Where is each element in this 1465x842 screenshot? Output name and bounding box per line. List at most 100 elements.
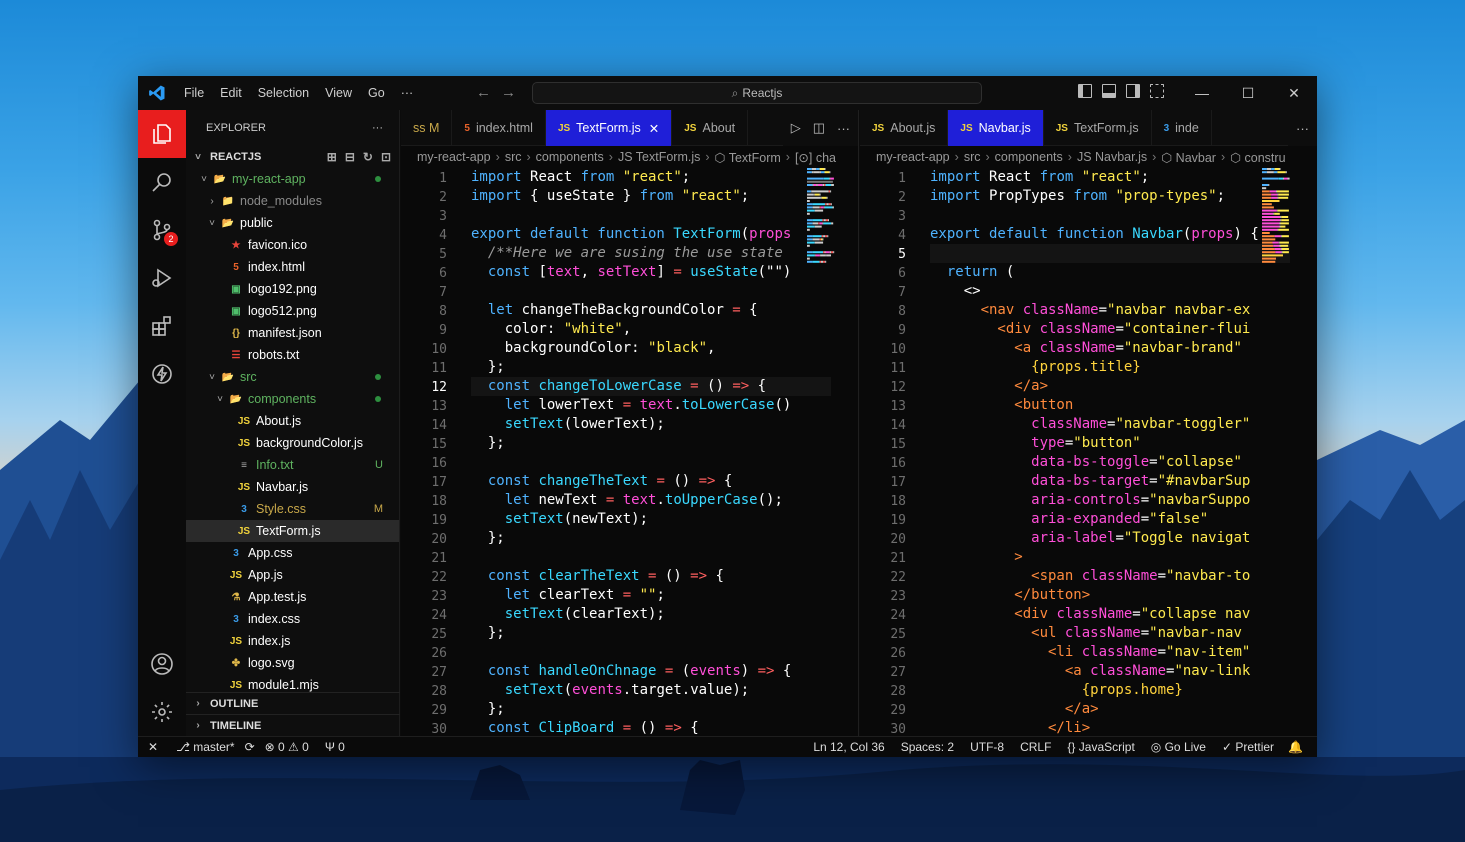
maximize-icon[interactable]: ☐ [1225, 76, 1271, 110]
close-icon[interactable]: ✕ [649, 121, 659, 136]
sync-icon[interactable]: ⟳ [243, 740, 257, 754]
minimize-icon[interactable]: — [1179, 76, 1225, 110]
notifications-bell-icon[interactable]: 🔔 [1282, 740, 1317, 754]
tab-textform-js[interactable]: JS TextForm.js [1044, 110, 1152, 146]
run-debug-icon[interactable] [138, 254, 186, 302]
breadcrumb-item[interactable]: ⬡ constru [1230, 150, 1285, 165]
tab-inde[interactable]: 3 inde [1152, 110, 1212, 146]
tree-item-style-css[interactable]: 3 Style.css M [186, 498, 399, 520]
breadcrumb-item[interactable]: src [505, 150, 522, 164]
tree-item-my-react-app[interactable]: ˅ 📂 my-react-app [186, 168, 399, 190]
tree-item-backgroundcolor-js[interactable]: JS backgroundColor.js [186, 432, 399, 454]
minimap-line [830, 203, 832, 206]
toggle-sidebar-icon[interactable] [1078, 84, 1092, 98]
new-file-icon[interactable]: ⊞ [327, 150, 337, 164]
search-activity-icon[interactable] [138, 158, 186, 206]
right-code-area[interactable]: 1 import React from "react"; 2 import PropT… [860, 168, 1317, 736]
breadcrumb-item[interactable]: components [995, 150, 1063, 164]
refresh-icon[interactable]: ↻ [363, 150, 373, 164]
menu-edit[interactable]: Edit [212, 86, 250, 100]
menu-go[interactable]: Go [360, 86, 393, 100]
command-center-search[interactable]: ⌕ Reactjs [532, 82, 982, 104]
language-mode[interactable]: {} JavaScript [1059, 740, 1142, 754]
breadcrumb-separator-icon: › [1152, 150, 1157, 164]
breadcrumb-item[interactable]: src [964, 150, 981, 164]
breadcrumb-item[interactable]: ⬡ TextForm [715, 150, 781, 165]
tree-item-src[interactable]: ˅ 📂 src [186, 366, 399, 388]
new-folder-icon[interactable]: ⊟ [345, 150, 355, 164]
tree-item-components[interactable]: ˅ 📂 components [186, 388, 399, 410]
menu-file[interactable]: File [176, 86, 212, 100]
code-token-function: toLowerCase [681, 397, 775, 413]
tree-item-node-modules[interactable]: › 📁 node_modules [186, 190, 399, 212]
menu-view[interactable]: View [317, 86, 360, 100]
close-window-icon[interactable]: ✕ [1271, 76, 1317, 110]
tree-item-logo512-png[interactable]: ▣ logo512.png [186, 300, 399, 322]
tab-index-html[interactable]: 5 index.html [452, 110, 546, 146]
ports-count[interactable]: Ψ 0 [317, 740, 353, 754]
prettier-status[interactable]: ✓ Prettier [1214, 740, 1282, 754]
timeline-section[interactable]: › TIMELINE [186, 714, 400, 736]
menu-selection[interactable]: Selection [250, 86, 317, 100]
run-code-icon[interactable]: ▷ [791, 120, 801, 136]
menu-more[interactable]: ··· [393, 86, 422, 100]
customize-layout-icon[interactable] [1150, 84, 1164, 98]
toggle-panel-icon[interactable] [1102, 84, 1116, 98]
more-actions-icon[interactable]: ··· [1296, 121, 1309, 136]
outline-section[interactable]: › OUTLINE [186, 692, 400, 714]
tree-item-app-js[interactable]: JS App.js [186, 564, 399, 586]
cursor-position[interactable]: Ln 12, Col 36 [805, 740, 892, 754]
tree-item-logo192-png[interactable]: ▣ logo192.png [186, 278, 399, 300]
left-code-area[interactable]: 1 import React from "react"; 2 import { use… [401, 168, 858, 736]
tree-item-app-css[interactable]: 3 App.css [186, 542, 399, 564]
more-actions-icon[interactable]: ··· [837, 121, 850, 136]
tree-item-textform-js[interactable]: JS TextForm.js [186, 520, 399, 542]
tab-about[interactable]: JS About [672, 110, 749, 146]
indentation[interactable]: Spaces: 2 [893, 740, 962, 754]
tree-item-about-js[interactable]: JS About.js [186, 410, 399, 432]
account-icon[interactable] [138, 640, 186, 688]
toggle-secondary-sidebar-icon[interactable] [1126, 84, 1140, 98]
tree-item-manifest-json[interactable]: {} manifest.json [186, 322, 399, 344]
back-arrow-icon[interactable]: ← [476, 84, 501, 101]
tree-item-favicon-ico[interactable]: ★ favicon.ico [186, 234, 399, 256]
problems-count[interactable]: ⊗ 0 ⚠ 0 [257, 740, 317, 754]
extensions-icon[interactable] [138, 302, 186, 350]
collapse-all-icon[interactable]: ⊡ [381, 150, 391, 164]
settings-gear-icon[interactable] [138, 688, 186, 736]
explorer-more-button[interactable]: ··· [372, 122, 383, 134]
breadcrumb-item[interactable]: my-react-app [876, 150, 950, 164]
source-control-icon[interactable]: 2 [138, 206, 186, 254]
tree-item-public[interactable]: ˅ 📂 public [186, 212, 399, 234]
line-number: 4 [898, 228, 906, 243]
split-editor-icon[interactable]: ◫ [813, 120, 825, 136]
tab-textform-js[interactable]: JS TextForm.js ✕ [545, 110, 673, 146]
explorer-icon[interactable] [138, 110, 186, 158]
breadcrumb-item[interactable]: JS Navbar.js [1077, 150, 1147, 164]
breadcrumb-item[interactable]: components [536, 150, 604, 164]
tree-item-robots-txt[interactable]: ☰ robots.txt [186, 344, 399, 366]
breadcrumb-item[interactable]: ⬡ Navbar [1161, 150, 1216, 165]
git-branch[interactable]: ⎇ master* [168, 740, 243, 754]
breadcrumb-item[interactable]: [⊙] cha [795, 150, 836, 165]
forward-arrow-icon[interactable]: → [501, 84, 526, 101]
encoding[interactable]: UTF-8 [962, 740, 1012, 754]
tree-item-navbar-js[interactable]: JS Navbar.js [186, 476, 399, 498]
code-token-string: "navbar-nav [1149, 625, 1242, 641]
line-ending[interactable]: CRLF [1012, 740, 1059, 754]
tree-item-index-html[interactable]: 5 index.html [186, 256, 399, 278]
tree-item-app-test-js[interactable]: ⚗ App.test.js [186, 586, 399, 608]
workspace-section-header[interactable]: ˅ REACTJS ⊞ ⊟ ↻ ⊡ [186, 146, 399, 168]
tab-ss-m[interactable]: ss M [401, 110, 453, 146]
tree-item-index-js[interactable]: JS index.js [186, 630, 399, 652]
tab-navbar-js[interactable]: JS Navbar.js [948, 110, 1044, 146]
tree-item-index-css[interactable]: 3 index.css [186, 608, 399, 630]
remote-indicator[interactable]: ✕ [138, 740, 168, 754]
lightning-icon[interactable] [138, 350, 186, 398]
tab-about-js[interactable]: JS About.js [860, 110, 949, 146]
breadcrumb-item[interactable]: my-react-app [417, 150, 491, 164]
go-live-button[interactable]: ◎ Go Live [1143, 740, 1214, 754]
breadcrumb-item[interactable]: JS TextForm.js [618, 150, 700, 164]
tree-item-logo-svg[interactable]: ✤ logo.svg [186, 652, 399, 674]
tree-item-info-txt[interactable]: ≡ Info.txt U [186, 454, 399, 476]
